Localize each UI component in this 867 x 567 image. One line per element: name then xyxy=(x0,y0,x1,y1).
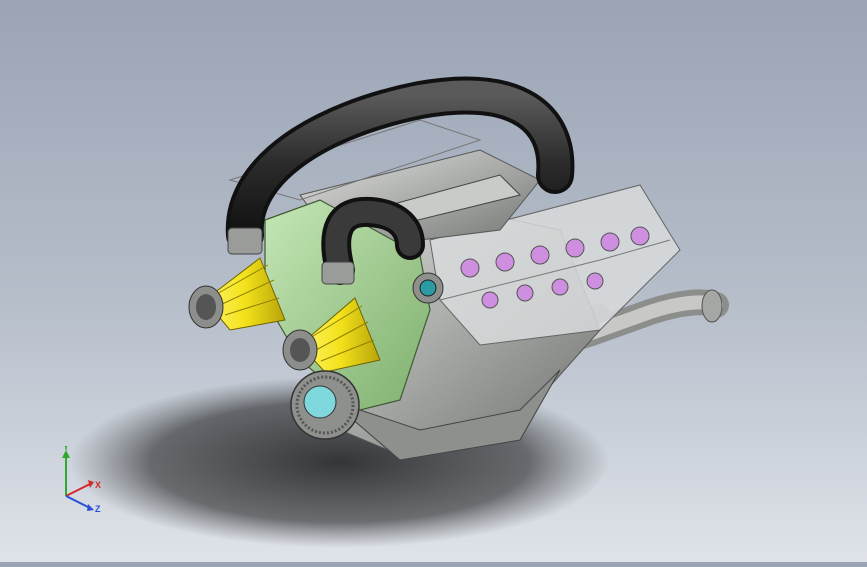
z-axis-arrow xyxy=(87,504,94,511)
x-axis-label: X xyxy=(95,480,101,490)
3d-viewport[interactable]: Y X Z xyxy=(0,0,867,562)
axis-triad: Y X Z xyxy=(52,442,108,514)
y-axis-label: Y xyxy=(63,446,69,452)
idler-pulley xyxy=(412,272,444,304)
engine-model[interactable] xyxy=(0,0,867,562)
z-axis-line xyxy=(65,495,91,509)
x-axis-line xyxy=(65,483,91,497)
crank-pulley xyxy=(290,370,360,440)
z-axis-label: Z xyxy=(95,504,101,514)
